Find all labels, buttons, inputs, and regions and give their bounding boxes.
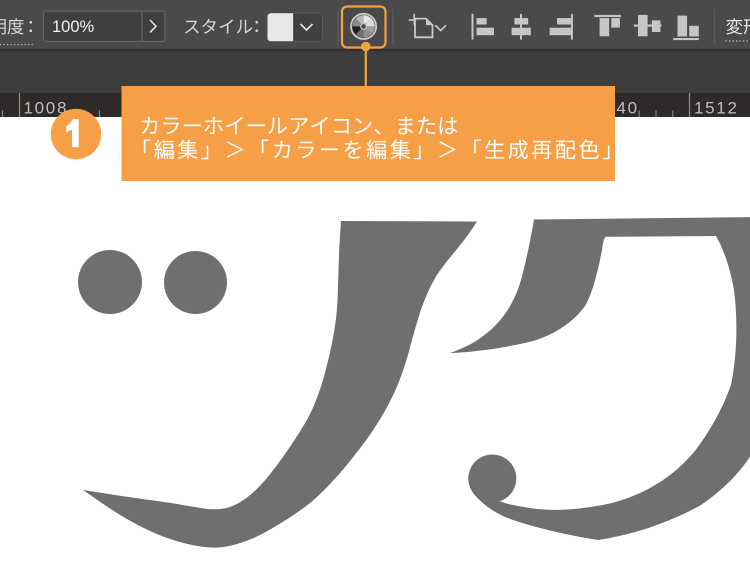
svg-text:40: 40: [617, 99, 639, 118]
svg-text:1512: 1512: [694, 99, 739, 118]
svg-text:100%: 100%: [52, 18, 95, 36]
